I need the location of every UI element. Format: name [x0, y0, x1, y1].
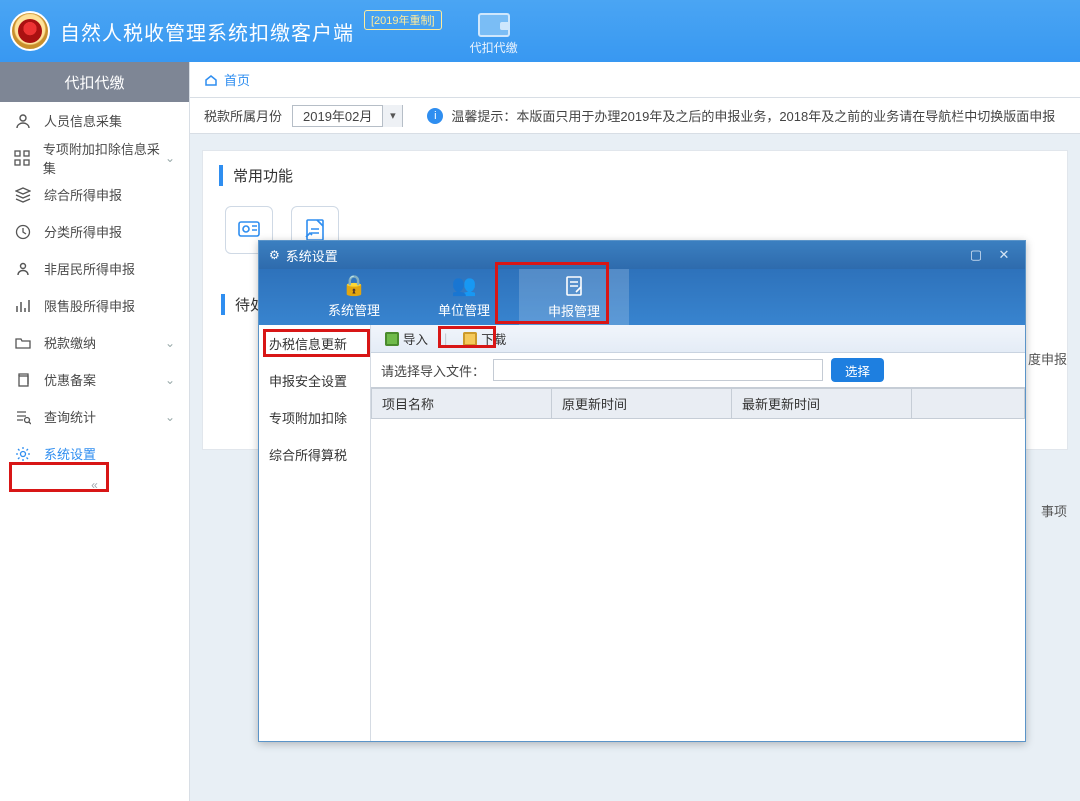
sidebar-item-label: 综合所得申报 [44, 185, 122, 204]
app-logo-emblem [10, 11, 50, 51]
wallet-icon [478, 13, 510, 37]
chevron-down-icon: ⌄ [165, 151, 175, 165]
gear-icon: ⚙ [269, 248, 280, 262]
group-icon: 👥 [452, 276, 477, 296]
period-bar: 税款所属月份 2019年02月 ▾ i 温馨提示：本版面只用于办理2019年及之… [190, 98, 1080, 134]
breadcrumb-home[interactable]: 首页 [224, 70, 250, 89]
clock-icon [14, 224, 32, 240]
table-col-newtime[interactable]: 最新更新时间 [732, 389, 912, 419]
sidebar-item-category-declare[interactable]: 分类所得申报 [0, 213, 189, 250]
sidebar-item-personnel[interactable]: 人员信息采集 [0, 102, 189, 139]
window-close-button[interactable]: ✕ [993, 247, 1015, 263]
sidebar-item-system-settings[interactable]: 系统设置 [0, 435, 189, 472]
search-list-icon [14, 409, 32, 425]
sidebar-item-label: 优惠备案 [44, 370, 96, 389]
document-edit-icon [563, 275, 585, 297]
chevron-down-icon: ⌄ [165, 373, 175, 387]
header-module-tab[interactable]: 代扣代缴 [470, 13, 518, 56]
window-restore-button[interactable]: ▢ [965, 247, 987, 263]
barchart-icon [14, 298, 32, 314]
sidebar-item-label: 专项附加扣除信息采集 [43, 139, 165, 177]
section-common-functions: 常用功能 [219, 165, 1051, 186]
stack-icon [14, 187, 32, 203]
toolbar-import-label: 导入 [403, 329, 428, 348]
sidebar-item-label: 系统设置 [44, 444, 96, 463]
app-title: 自然人税收管理系统扣缴客户端 [60, 17, 354, 46]
gear-icon [14, 446, 32, 462]
sidebar-item-tax-payment[interactable]: 税款缴纳 ⌄ [0, 324, 189, 361]
dialog-leftnav-item-deduction[interactable]: 专项附加扣除 [259, 399, 370, 436]
dialog-title-text: 系统设置 [286, 246, 338, 265]
sidebar: 代扣代缴 人员信息采集 专项附加扣除信息采集 ⌄ 综合所得申报 分类所得申报 [0, 62, 190, 801]
table-col-empty [912, 389, 1025, 419]
download-icon [463, 332, 477, 346]
sidebar-item-label: 查询统计 [44, 407, 96, 426]
period-value: 2019年02月 [293, 106, 382, 125]
sidebar-item-deduction-collect[interactable]: 专项附加扣除信息采集 ⌄ [0, 139, 189, 176]
dialog-table: 项目名称 原更新时间 最新更新时间 [371, 387, 1025, 419]
sidebar-item-synth-declare[interactable]: 综合所得申报 [0, 176, 189, 213]
sidebar-item-preference-record[interactable]: 优惠备案 ⌄ [0, 361, 189, 398]
person-alt-icon [14, 261, 32, 277]
sidebar-item-label: 限售股所得申报 [44, 296, 135, 315]
dialog-tabs: 🔒 系统管理 👥 单位管理 申报管理 [259, 269, 1025, 325]
chevron-down-icon: ▾ [382, 105, 402, 127]
table-col-name[interactable]: 项目名称 [372, 389, 552, 419]
dialog-file-row: 请选择导入文件： 选择 [371, 353, 1025, 387]
info-icon: i [427, 108, 443, 124]
system-settings-dialog: ⚙ 系统设置 ▢ ✕ 🔒 系统管理 👥 单位管理 申报管理 办税信息更新 申报安… [258, 240, 1026, 742]
dialog-leftnav-item-calctax[interactable]: 综合所得算税 [259, 436, 370, 473]
sidebar-item-label: 分类所得申报 [44, 222, 122, 241]
person-icon [14, 113, 32, 129]
toolbar-download-label: 下载 [481, 329, 506, 348]
sidebar-collapse-toggle[interactable]: « [0, 472, 189, 498]
app-header: 自然人税收管理系统扣缴客户端 [2019年重制] 代扣代缴 [0, 0, 1080, 62]
sidebar-item-label: 税款缴纳 [44, 333, 96, 352]
dialog-leftnav-item-taxinfo[interactable]: 办税信息更新 [259, 325, 370, 362]
period-select[interactable]: 2019年02月 ▾ [292, 105, 403, 127]
choose-file-button[interactable]: 选择 [831, 358, 884, 382]
chevron-down-icon: ⌄ [165, 410, 175, 424]
breadcrumb: 首页 [190, 62, 1080, 98]
dialog-titlebar[interactable]: ⚙ 系统设置 ▢ ✕ [259, 241, 1025, 269]
dialog-tab-declare[interactable]: 申报管理 [519, 269, 629, 325]
dialog-tab-system[interactable]: 🔒 系统管理 [299, 269, 409, 325]
version-badge: [2019年重制] [364, 10, 442, 30]
dialog-leftnav-item-security[interactable]: 申报安全设置 [259, 362, 370, 399]
sidebar-item-restricted-stock[interactable]: 限售股所得申报 [0, 287, 189, 324]
dialog-toolbar: 导入 | 下载 [371, 325, 1025, 353]
chevron-down-icon: ⌄ [165, 336, 175, 350]
sidebar-header: 代扣代缴 [0, 62, 189, 102]
dialog-tab-label: 单位管理 [438, 300, 490, 319]
dialog-right-pane: 导入 | 下载 请选择导入文件： 选择 项目名称 原更新 [371, 325, 1025, 741]
dialog-tab-label: 系统管理 [328, 300, 380, 319]
sidebar-item-label: 非居民所得申报 [44, 259, 135, 278]
copy-icon [14, 372, 32, 388]
dialog-tab-unit[interactable]: 👥 单位管理 [409, 269, 519, 325]
period-tip-text: 温馨提示：本版面只用于办理2019年及之后的申报业务，2018年及之前的业务请在… [451, 106, 1055, 125]
table-col-oldtime[interactable]: 原更新时间 [552, 389, 732, 419]
home-icon [204, 74, 218, 86]
import-icon [385, 332, 399, 346]
side-label-items: 事项 [1041, 501, 1067, 520]
sidebar-item-nonresident-declare[interactable]: 非居民所得申报 [0, 250, 189, 287]
file-path-input[interactable] [493, 359, 823, 381]
lock-icon: 🔒 [342, 276, 367, 296]
sidebar-item-query-stats[interactable]: 查询统计 ⌄ [0, 398, 189, 435]
folder-icon [14, 335, 32, 351]
grid-icon [14, 150, 31, 166]
toolbar-download-button[interactable]: 下载 [455, 327, 514, 350]
dialog-left-nav: 办税信息更新 申报安全设置 专项附加扣除 综合所得算税 [259, 325, 371, 741]
header-module-label: 代扣代缴 [470, 39, 518, 56]
toolbar-import-button[interactable]: 导入 [377, 327, 436, 350]
sidebar-item-label: 人员信息采集 [44, 111, 122, 130]
dialog-tab-label: 申报管理 [548, 301, 600, 320]
file-row-label: 请选择导入文件： [381, 361, 485, 380]
period-label: 税款所属月份 [204, 106, 282, 125]
